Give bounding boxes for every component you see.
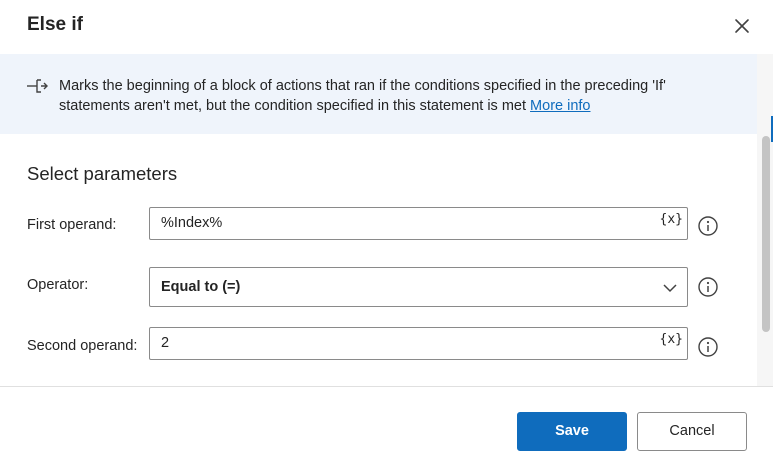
else-if-dialog: Else if Marks the beginning of a block o…: [0, 0, 773, 475]
info-circle-icon[interactable]: [697, 215, 719, 237]
close-icon: [735, 19, 749, 33]
scrollbar-thumb[interactable]: [762, 136, 770, 332]
operator-value: Equal to (=): [161, 279, 241, 295]
dialog-title: Else if: [27, 14, 83, 35]
chevron-down-icon: [663, 284, 677, 293]
first-operand-label: First operand:: [27, 217, 117, 233]
operator-label: Operator:: [27, 277, 89, 293]
second-operand-value: 2: [161, 335, 170, 351]
variable-picker-button[interactable]: {x}: [660, 212, 683, 227]
info-banner: Marks the beginning of a block of action…: [0, 54, 757, 134]
section-title: Select parameters: [27, 163, 178, 184]
variable-picker-button[interactable]: {x}: [660, 332, 683, 347]
operator-select[interactable]: Equal to (=): [149, 267, 688, 307]
branch-arrow-icon: [27, 79, 48, 93]
close-button[interactable]: [730, 14, 754, 38]
info-description: Marks the beginning of a block of action…: [59, 76, 739, 116]
cancel-button[interactable]: Cancel: [637, 412, 747, 451]
save-button[interactable]: Save: [517, 412, 627, 451]
info-circle-icon[interactable]: [697, 276, 719, 298]
more-info-link[interactable]: More info: [530, 98, 590, 114]
first-operand-field[interactable]: %Index% {x}: [149, 207, 688, 240]
second-operand-label: Second operand:: [27, 338, 138, 354]
second-operand-field[interactable]: 2 {x}: [149, 327, 688, 360]
dialog-header: Else if: [0, 0, 773, 54]
first-operand-value: %Index%: [161, 215, 223, 231]
info-circle-icon[interactable]: [697, 336, 719, 358]
